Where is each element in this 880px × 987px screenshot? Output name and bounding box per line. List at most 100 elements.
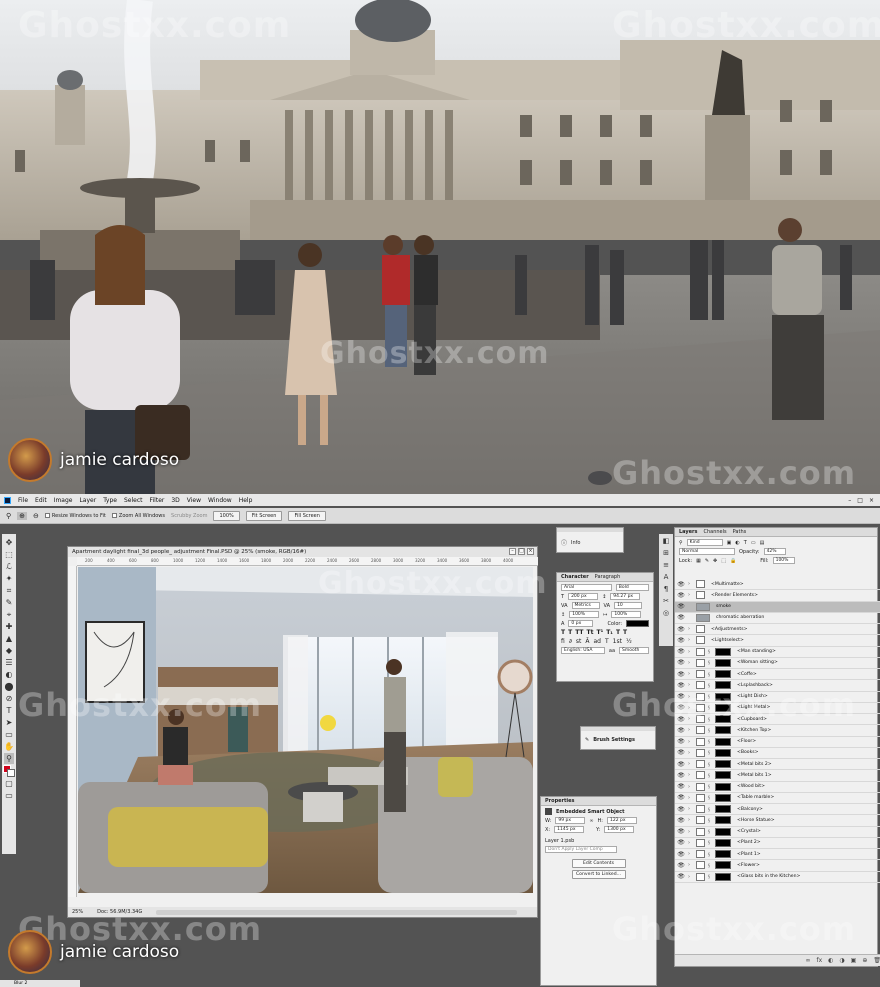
all-caps-toggle[interactable]: TT <box>575 629 583 636</box>
menu-select[interactable]: Select <box>124 497 143 504</box>
mask-link-icon[interactable]: § <box>708 672 712 677</box>
mask-link-icon[interactable]: § <box>708 874 712 879</box>
leading-field[interactable]: 94.27 px <box>610 593 641 600</box>
info-icon[interactable]: ⓘ <box>561 538 567 547</box>
expand-arrow-icon[interactable]: › <box>688 772 693 778</box>
font-size-field[interactable]: 200 px <box>568 593 599 600</box>
visibility-eye-icon[interactable]: 👁 <box>677 761 685 768</box>
menu-3d[interactable]: 3D <box>171 497 179 504</box>
visibility-eye-icon[interactable]: 👁 <box>677 862 685 869</box>
doc-maximize-button[interactable]: □ <box>518 548 525 555</box>
expand-arrow-icon[interactable]: › <box>688 817 693 823</box>
layer-mask-thumbnail[interactable] <box>715 861 731 870</box>
zoom-all-checkbox[interactable]: Zoom All Windows <box>111 512 165 519</box>
filter-kind-select[interactable]: Kind <box>686 539 723 546</box>
foreground-background-swatch[interactable] <box>3 765 15 777</box>
layer-row[interactable]: 👁 › <Render Elements> <box>675 590 880 602</box>
marquee-tool-icon[interactable]: ⬚ <box>4 549 14 560</box>
filter-adjustment-icon[interactable]: ◐ <box>735 540 739 546</box>
lasso-tool-icon[interactable]: ℒ <box>4 561 14 572</box>
layer-row[interactable]: 👁 › § <Glass bits in the Kitchen> <box>675 872 880 883</box>
layer-row[interactable]: 👁 › § <Coffe> <box>675 669 880 681</box>
swatches-panel-icon[interactable]: ⊞ <box>663 549 669 557</box>
folder-icon[interactable] <box>696 580 705 589</box>
menu-window[interactable]: Window <box>208 497 232 504</box>
font-family-select[interactable]: Arial <box>561 584 612 591</box>
expand-arrow-icon[interactable]: › <box>688 862 693 868</box>
opacity-field[interactable]: 42% <box>763 548 786 555</box>
layer-mask-thumbnail[interactable] <box>715 782 731 791</box>
layer-row[interactable]: 👁 › § <Books> <box>675 748 880 759</box>
layer-row[interactable]: 👁 › <Multimatte> <box>675 579 880 591</box>
expand-arrow-icon[interactable]: › <box>688 874 693 880</box>
expand-arrow-icon[interactable]: › <box>688 829 693 835</box>
y-position-field[interactable]: 1300 px <box>604 826 635 833</box>
bottom-panel-tab[interactable]: Blur 2 <box>0 980 80 987</box>
navigator-panel-icon[interactable]: ◎ <box>663 609 669 617</box>
paragraph-panel-icon[interactable]: ¶ <box>664 585 668 593</box>
layer-row[interactable]: 👁 › § <Woman sitting> <box>675 658 880 669</box>
expand-arrow-icon[interactable]: › <box>688 727 693 733</box>
tab-channels[interactable]: Channels <box>704 529 727 535</box>
healing-tool-icon[interactable]: ⌖ <box>4 609 14 620</box>
x-position-field[interactable]: 1145 px <box>554 826 585 833</box>
screen-mode-icon[interactable]: ▭ <box>4 790 14 801</box>
zoom-out-icon[interactable]: ⊖ <box>33 512 39 520</box>
expand-arrow-icon[interactable]: › <box>688 739 693 745</box>
info-panel-grip[interactable] <box>557 528 623 532</box>
visibility-eye-icon[interactable]: 👁 <box>677 817 685 824</box>
baseline-field[interactable]: 0 px <box>568 620 594 627</box>
visibility-eye-icon[interactable]: 👁 <box>677 839 685 846</box>
visibility-eye-icon[interactable]: 👁 <box>677 671 685 678</box>
expand-arrow-icon[interactable]: › <box>688 806 693 812</box>
folder-icon[interactable] <box>696 636 705 645</box>
visibility-eye-icon[interactable]: 👁 <box>677 727 685 734</box>
faux-bold-toggle[interactable]: T <box>561 629 565 636</box>
filter-pixel-icon[interactable]: ▣ <box>727 540 732 546</box>
tab-character[interactable]: Character <box>561 574 589 580</box>
visibility-eye-icon[interactable]: 👁 <box>677 592 685 599</box>
ordinals-icon[interactable]: 1st <box>613 638 622 645</box>
width-field[interactable]: 99 px <box>555 817 586 824</box>
new-layer-icon[interactable]: ⊕ <box>862 957 867 964</box>
visibility-eye-icon[interactable]: 👁 <box>677 772 685 779</box>
doc-close-button[interactable]: × <box>527 548 534 555</box>
menu-view[interactable]: View <box>187 497 201 504</box>
expand-arrow-icon[interactable]: › <box>688 649 693 655</box>
mask-link-icon[interactable]: § <box>708 807 712 812</box>
magic-wand-tool-icon[interactable]: ✦ <box>4 573 14 584</box>
mask-link-icon[interactable]: § <box>708 840 712 845</box>
layer-row[interactable]: 👁 › § <Crystal> <box>675 827 880 838</box>
expand-arrow-icon[interactable]: › <box>688 581 693 587</box>
lock-paint-icon[interactable]: ✎ <box>705 558 709 564</box>
close-button[interactable]: × <box>869 497 874 504</box>
minimize-button[interactable]: – <box>848 497 851 504</box>
layer-row[interactable]: 👁 › <Lightselect> <box>675 635 880 647</box>
layer-row[interactable]: 👁 › § <Metal bits 1> <box>675 770 880 782</box>
mask-link-icon[interactable]: § <box>708 784 712 789</box>
visibility-eye-icon[interactable]: 👁 <box>677 637 685 644</box>
font-style-select[interactable]: Bold <box>615 584 649 591</box>
menu-file[interactable]: File <box>18 497 28 504</box>
link-layers-icon[interactable]: ∞ <box>806 957 811 964</box>
adjustments-panel-icon[interactable]: ≡ <box>663 561 669 569</box>
background-color-swatch[interactable] <box>7 769 15 777</box>
layer-mask-thumbnail[interactable] <box>715 816 731 825</box>
expand-arrow-icon[interactable]: › <box>688 626 693 632</box>
mask-link-icon[interactable]: § <box>708 762 712 767</box>
layer-mask-thumbnail[interactable] <box>715 827 731 836</box>
tab-layers[interactable]: Layers <box>679 529 698 535</box>
mask-link-icon[interactable]: § <box>708 795 712 800</box>
expand-arrow-icon[interactable]: › <box>688 671 693 677</box>
filter-type-icon[interactable]: T <box>744 540 747 546</box>
layer-mask-thumbnail[interactable] <box>715 838 731 847</box>
filter-shape-icon[interactable]: ▭ <box>751 540 756 546</box>
menu-edit[interactable]: Edit <box>35 497 47 504</box>
layer-row[interactable]: 👁 › § <Kitchen Top> <box>675 725 880 737</box>
layer-row[interactable]: 👁 › § <Wood bit> <box>675 782 880 793</box>
menu-help[interactable]: Help <box>239 497 253 504</box>
layer-mask-thumbnail[interactable] <box>715 760 731 769</box>
zoom-tool-icon[interactable]: ⚲ <box>4 753 14 764</box>
tab-properties[interactable]: Properties <box>545 798 574 804</box>
mask-link-icon[interactable]: § <box>708 750 712 755</box>
